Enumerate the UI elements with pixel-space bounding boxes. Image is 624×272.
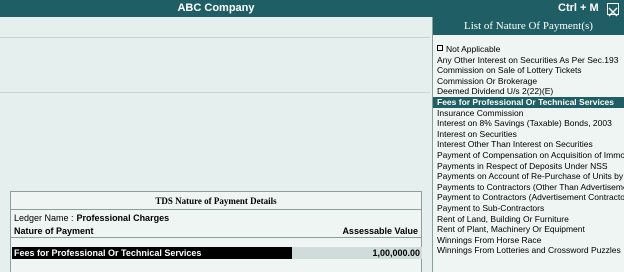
nature-of-payment-list-panel: List of Nature Of Payment(s) Not Applica… [432, 17, 624, 272]
list-item[interactable]: Payment of Compensation on Acquisition o… [433, 150, 624, 161]
close-icon[interactable] [607, 3, 619, 17]
nature-of-payment-list: Not Applicable Any Other Interest on Secu… [433, 44, 624, 256]
table-row[interactable]: Fees for Professional Or Technical Servi… [12, 247, 422, 259]
divider [0, 92, 430, 93]
window-title: ABC Company [177, 2, 255, 14]
list-item[interactable]: Payments in Respect of Deposits Under NS… [433, 161, 624, 172]
list-item[interactable]: Interest on Securities [433, 129, 624, 140]
list-item[interactable]: Any Other Interest on Securities As Per … [433, 55, 624, 66]
nature-of-payment-field[interactable]: Fees for Professional Or Technical Servi… [12, 247, 292, 259]
details-title: TDS Nature of Payment Details [155, 196, 277, 206]
shortcut-label: Ctrl + M [558, 2, 599, 14]
list-item[interactable]: Payments to Contractors (Other Than Adve… [433, 182, 624, 193]
assessable-value-field[interactable]: 1,00,000.00 [292, 247, 422, 259]
list-item[interactable]: Insurance Commission [433, 108, 624, 119]
list-item[interactable]: Payment to Sub-Contractors [433, 203, 624, 214]
list-item[interactable]: Winnings From Lotteries and Crossword Pu… [433, 245, 624, 256]
list-item[interactable]: Commission on Sale of Lottery Tickets [433, 65, 624, 76]
list-item[interactable]: Payments on Account of Re-Purchase of Un… [433, 171, 624, 182]
list-item[interactable]: Not Applicable [433, 44, 624, 55]
list-item[interactable]: Deemed Dividend U/s 2(22)(E) [433, 86, 624, 97]
divider [11, 237, 421, 238]
divider [0, 37, 430, 38]
ledger-name-label: Ledger Name : [14, 213, 74, 223]
list-item[interactable]: Interest on 8% Savings (Taxable) Bonds, … [433, 118, 624, 129]
column-header-assessable: Assessable Value [342, 226, 418, 236]
list-item[interactable]: Fees for Professional Or Technical Servi… [433, 96, 624, 108]
tds-details-panel: TDS Nature of Payment Details Ledger Nam… [10, 191, 422, 272]
ledger-name-row: Ledger Name : Professional Charges [14, 213, 169, 223]
list-item[interactable]: Winnings From Horse Race [433, 235, 624, 246]
list-title: List of Nature Of Payment(s) [433, 17, 624, 35]
column-header-nature: Nature of Payment [14, 226, 94, 236]
list-item[interactable]: Rent of Land, Building Or Furniture [433, 214, 624, 225]
list-item[interactable]: Interest Other Than Interest on Securiti… [433, 139, 624, 150]
list-item[interactable]: Commission Or Brokerage [433, 76, 624, 87]
list-item[interactable]: Rent of Plant, Machinery Or Equipment [433, 224, 624, 235]
divider [11, 209, 421, 210]
ledger-name-value: Professional Charges [76, 213, 170, 223]
list-item[interactable]: Payment to Contractors (Advertisement Co… [433, 192, 624, 203]
title-bar: ABC Company Ctrl + M [0, 0, 624, 17]
